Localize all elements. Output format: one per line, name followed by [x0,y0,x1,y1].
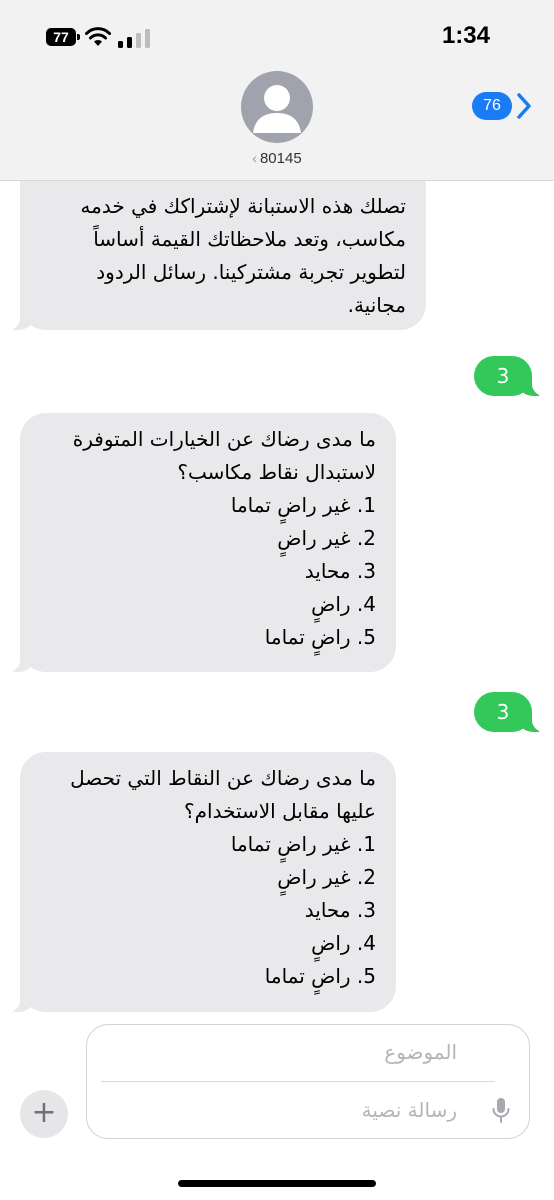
battery-indicator: 77 [46,28,80,46]
subject-input[interactable] [155,1039,459,1065]
incoming-message-bubble[interactable]: ما مدى رضاك عن الخيارات المتوفرة لاستبدا… [8,413,396,672]
composer-divider [101,1081,495,1082]
message-line: 5. راضٍ تماما [264,625,376,649]
status-time: 1:34 [441,22,490,49]
message-line: 3. محايد [304,898,376,922]
incoming-message-bubble[interactable]: ما مدى رضاك عن النقاط التي تحصل عليها مق… [8,752,396,1012]
message-line: 1. غير راضٍ تماما [230,493,376,517]
cellular-signal-icon [118,29,150,48]
contact-avatar[interactable] [241,71,313,143]
outgoing-message-bubble[interactable]: 3 [474,692,544,732]
message-line: مجانية. [347,293,406,317]
home-indicator[interactable] [178,1180,376,1187]
message-line: تصلك هذه الاستبانة لإشتراكك في خدمه [80,194,406,218]
incoming-message-bubble[interactable]: تصلك هذه الاستبانة لإشتراكك في خدمه مكاس… [8,160,426,330]
person-icon [253,85,301,133]
chevron-right-icon [517,93,531,119]
add-attachment-button[interactable]: + [20,1090,68,1138]
unread-count-badge: 76 [472,92,512,120]
message-text: 3 [496,700,510,724]
chevron-left-icon: ‹ [252,150,257,166]
message-text: 3 [496,364,510,388]
conversation-header: 77 1:34 ‹ 80145 76 [0,0,554,181]
message-line: ما مدى رضاك عن الخيارات المتوفرة [72,427,376,451]
message-line: لتطوير تجربة مشتركينا. رسائل الردود [96,260,406,284]
message-line: عليها مقابل الاستخدام؟ [184,799,376,823]
contact-number: 80145 [259,150,302,167]
message-input[interactable] [155,1097,459,1123]
microphone-icon[interactable] [491,1097,511,1125]
message-line: 4. راضٍ [311,592,376,616]
message-line: 5. راضٍ تماما [264,964,376,988]
message-line: مكاسب، وتعد ملاحظاتك القيمة أساساً [93,227,406,251]
message-line: 4. راضٍ [311,931,376,955]
outgoing-message-bubble[interactable]: 3 [474,356,544,396]
message-line: 2. غير راضٍ [277,526,376,550]
message-line: 3. محايد [304,559,376,583]
message-line: لاستبدال نقاط مكاسب؟ [177,460,376,484]
message-line: ما مدى رضاك عن النقاط التي تحصل [70,766,376,790]
message-line: 1. غير راضٍ تماما [230,832,376,856]
message-line: 2. غير راضٍ [277,865,376,889]
message-composer [86,1024,530,1139]
back-button[interactable]: 76 [472,92,532,120]
contact-name[interactable]: ‹ 80145 [0,150,554,167]
wifi-icon [85,27,111,46]
